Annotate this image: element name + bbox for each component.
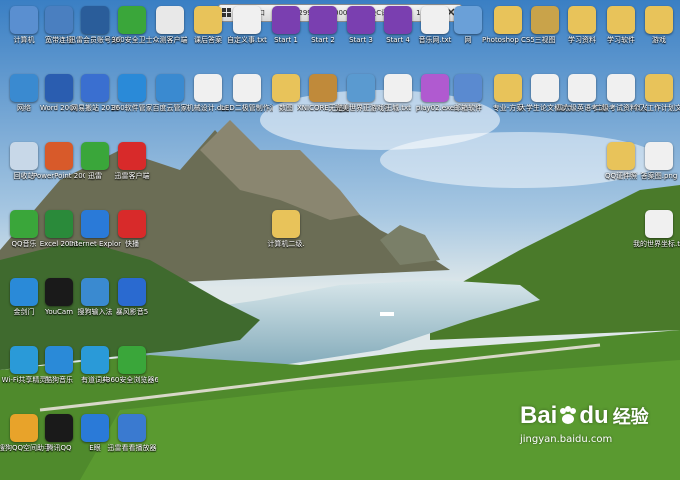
folder-icon <box>645 74 673 102</box>
desktop-icon-xunlei-kehu[interactable]: 迅雷客户端 <box>106 142 158 181</box>
desktop-icon-cheng-wenjian[interactable]: 计算机二级. <box>260 210 312 249</box>
mark-icon <box>81 414 109 442</box>
film-icon <box>118 278 146 306</box>
text-file-icon <box>233 6 261 34</box>
game-icon <box>309 74 337 102</box>
paw-icon <box>557 405 579 427</box>
word-doc-icon <box>531 74 559 102</box>
desktop-icon-label: 暴风影音5 <box>115 308 149 316</box>
player-icon <box>118 414 146 442</box>
word-doc-icon <box>233 74 261 102</box>
image-icon <box>645 142 673 170</box>
desktop-icon-label: 答案图.png <box>640 172 678 180</box>
desktop-icon-360-browser[interactable]: 360安全浏览器6 <box>106 346 158 385</box>
brand-text: Bai <box>520 402 558 429</box>
folder-icon <box>272 210 300 238</box>
folder-icon <box>194 6 222 34</box>
desktop-icon-baofeng[interactable]: 暴风影音5 <box>106 278 158 317</box>
thunder-icon <box>81 6 109 34</box>
folder-icon <box>607 142 635 170</box>
baidu-jingyan-watermark: Bai du 经验 jingyan.baidu.com <box>520 402 670 474</box>
desktop-icon-label: 迅雷客户端 <box>114 172 150 180</box>
bars-icon <box>81 142 109 170</box>
dictionary-icon <box>81 346 109 374</box>
web-icon <box>454 6 482 34</box>
folder-icon <box>568 6 596 34</box>
desktop-icon-label: 快播 <box>125 240 139 248</box>
text-file-icon <box>645 210 673 238</box>
desktop-icon-youxi[interactable]: 游戏 <box>633 6 680 45</box>
brand-text-2: du <box>579 402 609 429</box>
folder-icon <box>494 6 522 34</box>
sogou-icon <box>81 278 109 306</box>
browser-icon <box>118 346 146 374</box>
app-icon <box>272 6 300 34</box>
media-icon <box>118 210 146 238</box>
apps-icon <box>118 74 146 102</box>
desktop: 显示窗口 2432999999000001 二级C语言 119:25 交卷 计算… <box>0 0 680 480</box>
folder-icon <box>531 6 559 34</box>
desktop-icon-label: 迅雷看看播放器 <box>107 444 157 452</box>
desktop-icon-label: 我的世界坐标.txt <box>633 240 680 248</box>
internet-explorer-icon <box>81 210 109 238</box>
app-icon <box>309 6 337 34</box>
word-doc-icon <box>194 74 222 102</box>
desktop-icon-label: 游戏 <box>652 36 666 44</box>
word-doc-icon <box>607 74 635 102</box>
gear-icon <box>454 74 482 102</box>
document-icon <box>156 6 184 34</box>
desktop-icon-world-sheng[interactable]: 我的世界坐标.txt <box>633 210 680 249</box>
text-file-icon <box>384 74 412 102</box>
folder-icon <box>607 6 635 34</box>
cloud-icon <box>156 74 184 102</box>
desktop-icon-kuaibo[interactable]: 快播 <box>106 210 158 249</box>
app-icon <box>347 6 375 34</box>
desktop-icon-label: 计算机二级. <box>267 240 305 248</box>
jingyan-label: 经验 <box>612 407 649 427</box>
folder-icon <box>645 6 673 34</box>
folder-icon <box>494 74 522 102</box>
shield-icon <box>118 6 146 34</box>
word-doc-icon <box>568 74 596 102</box>
desktop-icon-xunlei-kk[interactable]: 迅雷看看播放器 <box>106 414 158 453</box>
play-icon <box>118 142 146 170</box>
desktop-icon-kaoshi[interactable]: 答案图.png <box>633 142 680 181</box>
cube-icon <box>81 74 109 102</box>
desktop-icon-label: 360安全浏览器6 <box>106 376 158 384</box>
desktop-icon-zhuanye-wd[interactable]: 个人工作计划文档 <box>633 74 680 113</box>
folder-icon <box>272 74 300 102</box>
app-icon <box>384 6 412 34</box>
desktop-icon-label: 个人工作计划文档 <box>633 104 680 112</box>
game-icon <box>347 74 375 102</box>
watermark-url: jingyan.baidu.com <box>520 434 613 445</box>
